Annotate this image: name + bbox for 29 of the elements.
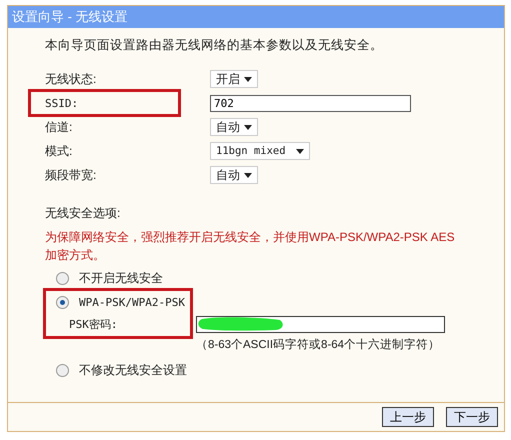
warning-text: 为保障网络安全，强烈推荐开启无线安全，并使用WPA-PSK/WPA2-PSK AES加密方式。 <box>45 229 456 264</box>
input-field[interactable]: 702 <box>210 94 411 112</box>
window-title: 设置向导 - 无线设置 <box>8 6 504 28</box>
field-label: 频段带宽: <box>45 166 98 184</box>
dropdown[interactable]: 自动 <box>210 166 258 184</box>
dropdown[interactable]: 自动 <box>210 118 258 136</box>
radio-label: WPA-PSK/WPA2-PSK <box>79 296 185 308</box>
section-label: 无线安全选项: <box>45 205 122 222</box>
caret-icon <box>296 148 304 154</box>
field-label: 无线状态: <box>45 70 98 88</box>
field-label: 模式: <box>45 142 74 160</box>
radio-button[interactable] <box>56 296 69 308</box>
field-label: SSID: <box>45 96 80 110</box>
field-label: 信道: <box>45 118 74 136</box>
field-label: PSK密码: <box>68 316 118 332</box>
radio-label: 不开启无线安全 <box>79 270 163 286</box>
radio-label: 不修改无线安全设置 <box>79 362 187 378</box>
radio-button[interactable] <box>56 364 69 376</box>
intro-text: 本向导页面设置路由器无线网络的基本参数以及无线安全。 <box>45 37 384 54</box>
caret-icon <box>244 172 252 178</box>
step-button[interactable]: 上一步 <box>382 407 434 427</box>
caret-icon <box>244 76 252 82</box>
caret-icon <box>244 124 252 130</box>
step-button[interactable]: 下一步 <box>446 407 498 427</box>
password-field[interactable] <box>196 316 445 332</box>
radio-button[interactable] <box>56 272 69 284</box>
hint-text: （8-63个ASCII码字符或8-64个十六进制字符） <box>196 337 442 352</box>
dropdown[interactable]: 11bgn mixed <box>210 142 310 160</box>
dropdown[interactable]: 开启 <box>210 70 258 88</box>
